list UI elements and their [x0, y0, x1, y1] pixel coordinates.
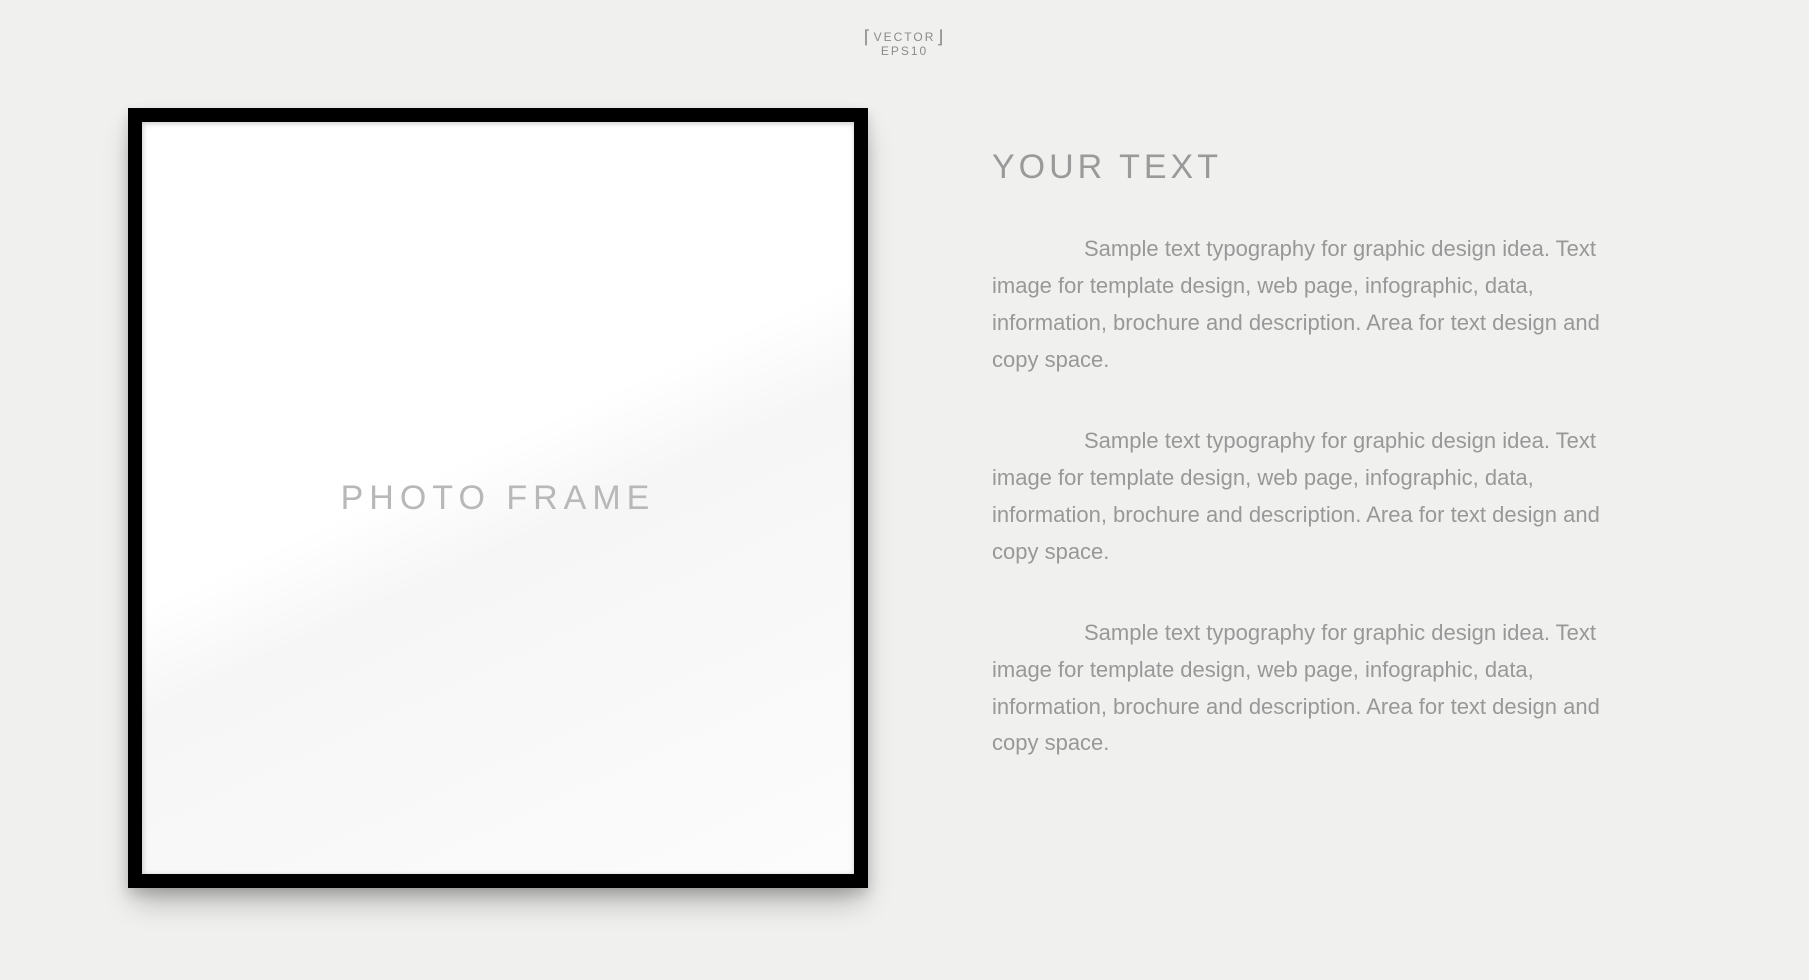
paragraph-2-text: Sample text typography for graphic desig… — [992, 428, 1600, 564]
paragraph-3-text: Sample text typography for graphic desig… — [992, 620, 1600, 756]
photo-frame-canvas: PHOTO FRAME — [142, 122, 854, 874]
paragraph-1-text: Sample text typography for graphic desig… — [992, 236, 1600, 372]
photo-frame-label: PHOTO FRAME — [341, 479, 656, 518]
main-content: PHOTO FRAME YOUR TEXT Sample text typogr… — [0, 0, 1809, 980]
paragraph-3: Sample text typography for graphic desig… — [992, 615, 1632, 763]
photo-frame-border: PHOTO FRAME — [128, 108, 868, 888]
text-block: YOUR TEXT Sample text typography for gra… — [992, 148, 1632, 806]
text-heading: YOUR TEXT — [992, 148, 1632, 187]
paragraph-2: Sample text typography for graphic desig… — [992, 423, 1632, 571]
photo-frame-container: PHOTO FRAME — [128, 108, 868, 888]
paragraph-1: Sample text typography for graphic desig… — [992, 231, 1632, 379]
